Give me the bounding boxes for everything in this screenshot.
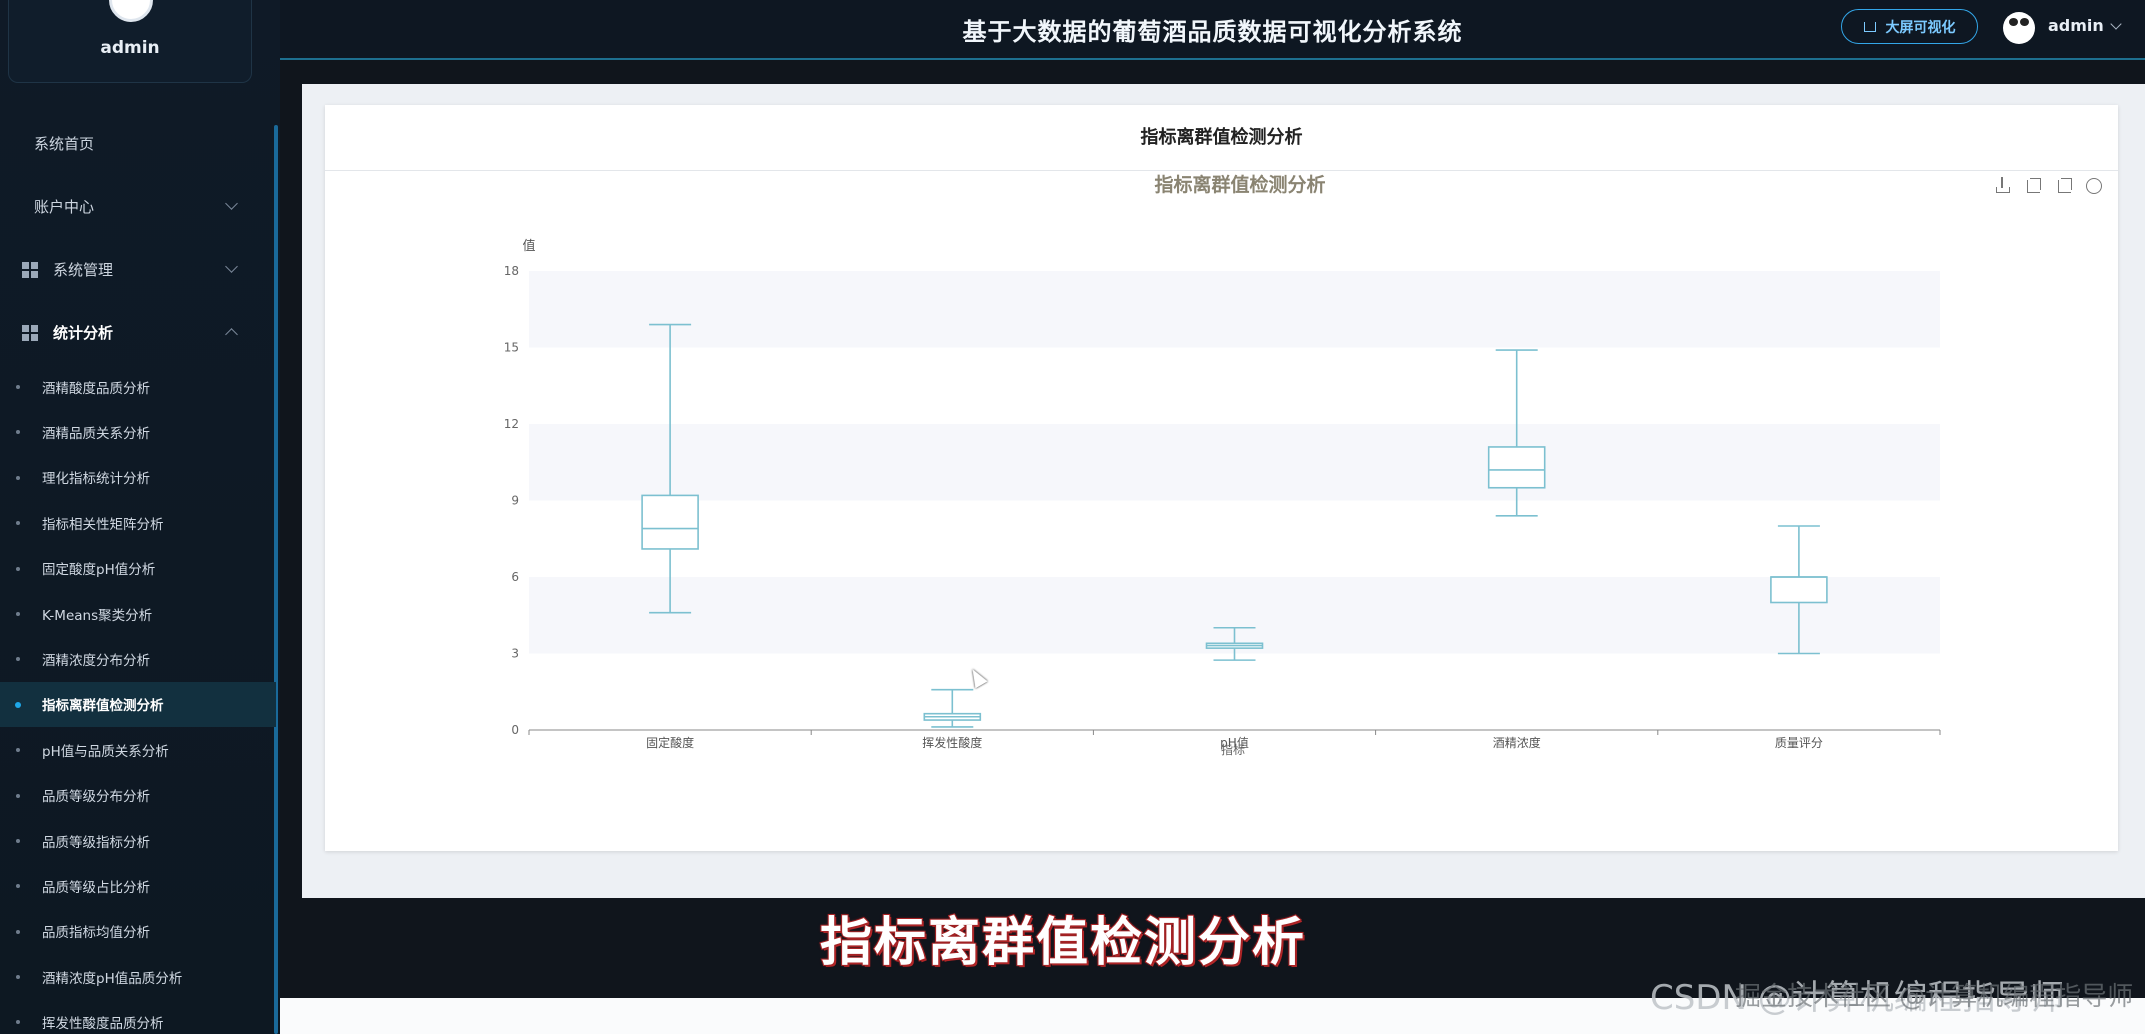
submenu-label: 品质等级占比分析 bbox=[42, 879, 150, 896]
x-tick-label: 挥发性酸度 bbox=[922, 735, 982, 750]
submenu-label: pH值与品质关系分析 bbox=[42, 743, 169, 760]
grid-band bbox=[529, 271, 1940, 348]
x-tick-label: 固定酸度 bbox=[646, 735, 694, 750]
submenu-item-active[interactable]: 指标离群值检测分析 bbox=[0, 681, 276, 728]
submenu-label: 指标相关性矩阵分析 bbox=[42, 516, 164, 533]
sidebar-item-label: 系统首页 bbox=[34, 135, 95, 153]
monitor-icon bbox=[1863, 21, 1876, 32]
grid-band bbox=[529, 653, 1940, 730]
grid-band bbox=[529, 347, 1940, 424]
sidebar-item-stats[interactable]: 统计分析 bbox=[0, 301, 276, 364]
submenu-label: 酒精浓度分布分析 bbox=[42, 653, 150, 670]
video-caption: 指标离群值检测分析 bbox=[819, 912, 1307, 974]
x-axis-label: 指标 bbox=[1221, 742, 1245, 757]
chart-title: 指标离群值检测分析 bbox=[1154, 173, 1325, 196]
y-axis: 0 3 6 9 12 15 18 bbox=[504, 264, 519, 737]
submenu-item[interactable]: 酒精酸度品质分析 bbox=[0, 364, 276, 409]
submenu-label: 理化指标统计分析 bbox=[42, 471, 150, 488]
chevron-down-icon bbox=[225, 197, 238, 210]
submenu-label: 品质指标均值分析 bbox=[42, 925, 150, 942]
y-tick-label: 6 bbox=[511, 570, 519, 584]
submenu-item[interactable]: 挥发性酸度品质分析 bbox=[0, 999, 276, 1034]
box-iqr bbox=[1770, 576, 1828, 604]
chevron-down-icon bbox=[225, 260, 238, 273]
y-tick-label: 0 bbox=[511, 723, 519, 737]
sidebar-item-home[interactable]: 系统首页 bbox=[0, 112, 276, 175]
submenu-item[interactable]: 酒精浓度pH值品质分析 bbox=[0, 954, 276, 999]
submenu-item[interactable]: 指标相关性矩阵分析 bbox=[0, 500, 276, 545]
grid-bands bbox=[529, 271, 1940, 730]
submenu-item[interactable]: 理化指标统计分析 bbox=[0, 455, 276, 500]
submenu-label: 酒精品质关系分析 bbox=[42, 426, 150, 443]
header-username[interactable]: admin bbox=[2048, 16, 2104, 35]
x-tick-label: 酒精浓度 bbox=[1493, 735, 1541, 750]
sidebar-menu: 系统首页 账户中心 系统管理 统计分析 酒精酸度品质分析 酒精品质关系分析 理化… bbox=[0, 112, 276, 1034]
grid-band bbox=[529, 500, 1940, 577]
y-axis-label: 值 bbox=[522, 238, 535, 254]
box-iqr bbox=[1487, 446, 1546, 489]
box-iqr bbox=[641, 494, 699, 550]
y-tick-label: 3 bbox=[511, 647, 519, 661]
y-tick-label: 12 bbox=[504, 417, 519, 431]
grid-band bbox=[529, 424, 1940, 501]
submenu-label: K-Means聚类分析 bbox=[42, 607, 153, 624]
boxplot-chart: 指标离群值检测分析 值 0369121518 固定酸度 挥发性酸度 pH值 酒精浓度质… bbox=[504, 173, 1941, 757]
panda-avatar-icon[interactable] bbox=[2003, 12, 2035, 44]
submenu-item[interactable]: 品质指标均值分析 bbox=[0, 909, 276, 954]
sidebar-item-system[interactable]: 系统管理 bbox=[0, 238, 276, 301]
sidebar-username: admin bbox=[100, 38, 160, 58]
submenu-label: 挥发性酸度品质分析 bbox=[42, 1016, 164, 1033]
y-tick-label: 18 bbox=[504, 264, 519, 278]
submenu-item[interactable]: 品质等级分布分析 bbox=[0, 773, 276, 818]
submenu-item[interactable]: 品质等级占比分析 bbox=[0, 863, 276, 908]
submenu-item[interactable]: 固定酸度pH值分析 bbox=[0, 546, 276, 591]
submenu-item[interactable]: 酒精品质关系分析 bbox=[0, 409, 276, 454]
panda-avatar-icon bbox=[109, 0, 153, 22]
juejin-watermark: 掘金技术社区 @计算机编程指导师 bbox=[1735, 982, 2134, 1012]
card-title: 指标离群值检测分析 bbox=[325, 105, 2118, 171]
grid-icon bbox=[22, 261, 38, 278]
submenu-label: 指标离群值检测分析 bbox=[42, 698, 164, 715]
submenu-item[interactable]: 酒精浓度分布分析 bbox=[0, 636, 276, 681]
sidebar-item-label: 系统管理 bbox=[53, 261, 114, 279]
user-card: admin bbox=[8, 0, 252, 83]
big-screen-button[interactable]: 大屏可视化 bbox=[1841, 9, 1978, 44]
submenu-item[interactable]: 品质等级指标分析 bbox=[0, 818, 276, 863]
chevron-up-icon bbox=[225, 328, 238, 341]
sidebar-item-account[interactable]: 账户中心 bbox=[0, 175, 276, 238]
submenu-label: 固定酸度pH值分析 bbox=[42, 562, 156, 579]
submenu-label: 酒精酸度品质分析 bbox=[42, 380, 150, 397]
x-tick-label: 质量评分 bbox=[1775, 736, 1823, 750]
submenu-label: 酒精浓度pH值品质分析 bbox=[42, 970, 183, 987]
grid-icon bbox=[22, 324, 38, 341]
top-header: 基于大数据的葡萄酒品质数据可视化分析系统 大屏可视化 admin bbox=[280, 0, 2145, 60]
sidebar: admin 系统首页 账户中心 系统管理 统计分析 酒精酸度品质分析 酒精品质关… bbox=[0, 0, 280, 1034]
sidebar-item-label: 账户中心 bbox=[34, 198, 95, 216]
y-tick-label: 15 bbox=[504, 341, 519, 355]
submenu-label: 品质等级分布分析 bbox=[42, 789, 150, 806]
sidebar-item-label: 统计分析 bbox=[53, 324, 114, 342]
submenu-item[interactable]: pH值与品质关系分析 bbox=[0, 727, 276, 772]
submenu-item[interactable]: K-Means聚类分析 bbox=[0, 591, 276, 636]
y-tick-label: 9 bbox=[511, 494, 519, 508]
submenu-label: 品质等级指标分析 bbox=[42, 834, 150, 851]
big-screen-label: 大屏可视化 bbox=[1885, 19, 1956, 36]
